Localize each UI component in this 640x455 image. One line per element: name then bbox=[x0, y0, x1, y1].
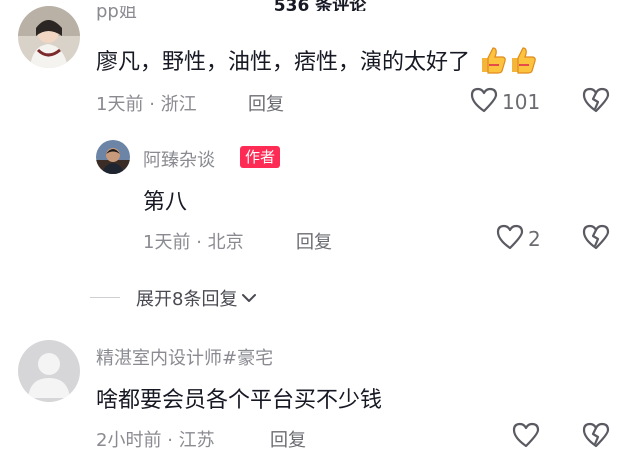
like-button[interactable]: 2 bbox=[496, 224, 541, 254]
like-button[interactable] bbox=[512, 422, 540, 452]
thumbs-up-emoji-icon bbox=[477, 45, 507, 81]
avatar[interactable] bbox=[18, 340, 80, 402]
thumbs-up-emoji-icon bbox=[507, 45, 537, 81]
comment-text: 啥都要会员各个平台买不少钱 bbox=[96, 388, 383, 413]
chevron-down-icon bbox=[237, 288, 257, 309]
comment-username[interactable]: 阿臻杂谈 bbox=[143, 146, 215, 172]
avatar[interactable] bbox=[96, 140, 130, 174]
meta-separator: · bbox=[196, 232, 202, 253]
expand-replies-label: 展开8条回复 bbox=[136, 289, 238, 310]
comment-meta: 2小时前 · 江苏 bbox=[96, 426, 215, 452]
dislike-button[interactable] bbox=[582, 422, 610, 452]
comment-location: 浙江 bbox=[160, 94, 197, 115]
comment-time: 1天前 bbox=[143, 232, 191, 253]
reply-button[interactable]: 回复 bbox=[248, 90, 284, 116]
comment-body: 廖凡，野性，油性，痞性，演的太好了 bbox=[96, 50, 471, 75]
like-count: 101 bbox=[502, 90, 541, 114]
meta-separator: · bbox=[167, 430, 173, 451]
comment-meta: 1天前 · 浙江 bbox=[96, 90, 197, 116]
comment-time: 1天前 bbox=[96, 94, 144, 115]
comment-text: 廖凡，野性，油性，痞性，演的太好了 bbox=[96, 44, 537, 81]
comment-time: 2小时前 bbox=[96, 430, 162, 451]
reply-button[interactable]: 回复 bbox=[270, 426, 306, 452]
broken-heart-icon bbox=[582, 422, 610, 452]
comment-username[interactable]: 精湛室内设计师#豪宅 bbox=[96, 344, 273, 370]
heart-icon bbox=[496, 224, 524, 254]
expand-replies-button[interactable]: 展开8条回复 bbox=[136, 285, 257, 311]
expand-divider bbox=[90, 297, 120, 298]
author-badge: 作者 bbox=[240, 146, 281, 168]
avatar[interactable] bbox=[18, 6, 80, 68]
dislike-button[interactable] bbox=[582, 224, 610, 254]
dislike-button[interactable] bbox=[582, 87, 610, 117]
meta-separator: · bbox=[149, 94, 155, 115]
comment-text: 第八 bbox=[143, 190, 188, 215]
comment-location: 北京 bbox=[207, 232, 244, 253]
like-button[interactable]: 101 bbox=[470, 87, 540, 117]
like-count: 2 bbox=[528, 227, 541, 251]
comment-username[interactable]: pp姐 bbox=[96, 6, 137, 22]
broken-heart-icon bbox=[582, 87, 610, 117]
comment-meta: 1天前 · 北京 bbox=[143, 228, 244, 254]
heart-icon bbox=[470, 87, 498, 117]
reply-button[interactable]: 回复 bbox=[296, 228, 332, 254]
broken-heart-icon bbox=[582, 224, 610, 254]
heart-icon bbox=[512, 422, 540, 452]
comment-location: 江苏 bbox=[178, 430, 215, 451]
